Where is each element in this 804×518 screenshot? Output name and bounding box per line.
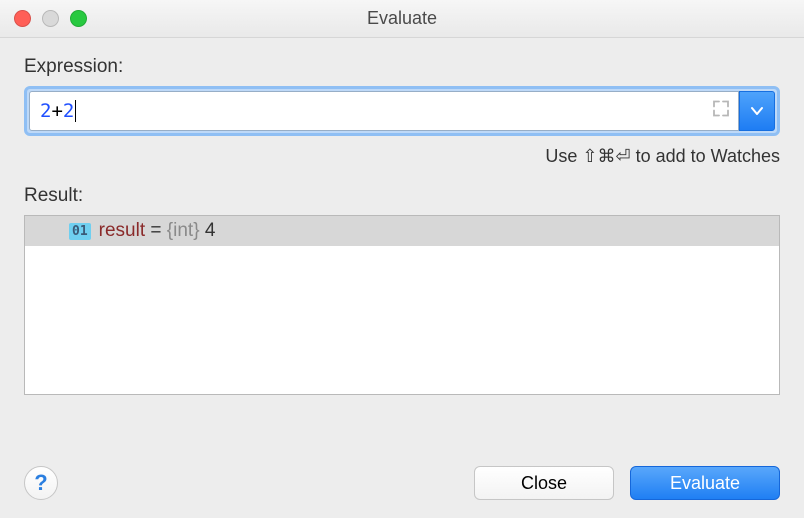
expression-input[interactable]: 2 + 2 (29, 91, 739, 131)
watches-hint: Use ⇧⌘⏎ to add to Watches (24, 146, 780, 167)
result-type: {int} (167, 220, 200, 241)
expression-label: Expression: (24, 56, 780, 78)
hint-suffix: to add to Watches (631, 146, 780, 166)
help-button[interactable]: ? (24, 466, 58, 500)
close-window-icon[interactable] (14, 10, 31, 27)
result-equals: = (145, 220, 167, 241)
zoom-window-icon[interactable] (70, 10, 87, 27)
dialog-footer: ? Close Evaluate (24, 466, 780, 500)
hint-keys: ⇧⌘⏎ (582, 146, 630, 166)
close-button[interactable]: Close (474, 466, 614, 500)
result-value: 4 (200, 220, 216, 241)
dialog-content: Expression: 2 + 2 Use ⇧⌘⏎ to add to Watc… (0, 38, 804, 415)
expand-icon[interactable] (712, 100, 730, 123)
hint-prefix: Use (545, 146, 582, 166)
int-badge-icon: 01 (69, 223, 91, 240)
result-row[interactable]: 01 result = {int} 4 (25, 216, 779, 246)
window-title: Evaluate (0, 8, 804, 29)
expression-field-wrap: 2 + 2 (24, 86, 780, 136)
result-label: Result: (24, 185, 780, 207)
window-controls (14, 10, 87, 27)
minimize-window-icon (42, 10, 59, 27)
result-panel[interactable]: 01 result = {int} 4 (24, 215, 780, 395)
expr-token-operator: + (51, 100, 62, 122)
result-variable-name: result (99, 220, 145, 241)
expr-token-number: 2 (40, 100, 51, 122)
help-icon: ? (34, 470, 47, 496)
evaluate-button[interactable]: Evaluate (630, 466, 780, 500)
text-caret (75, 100, 76, 122)
titlebar: Evaluate (0, 0, 804, 38)
chevron-down-icon (750, 104, 764, 118)
expr-token-number: 2 (63, 100, 74, 122)
history-dropdown-button[interactable] (739, 91, 775, 131)
